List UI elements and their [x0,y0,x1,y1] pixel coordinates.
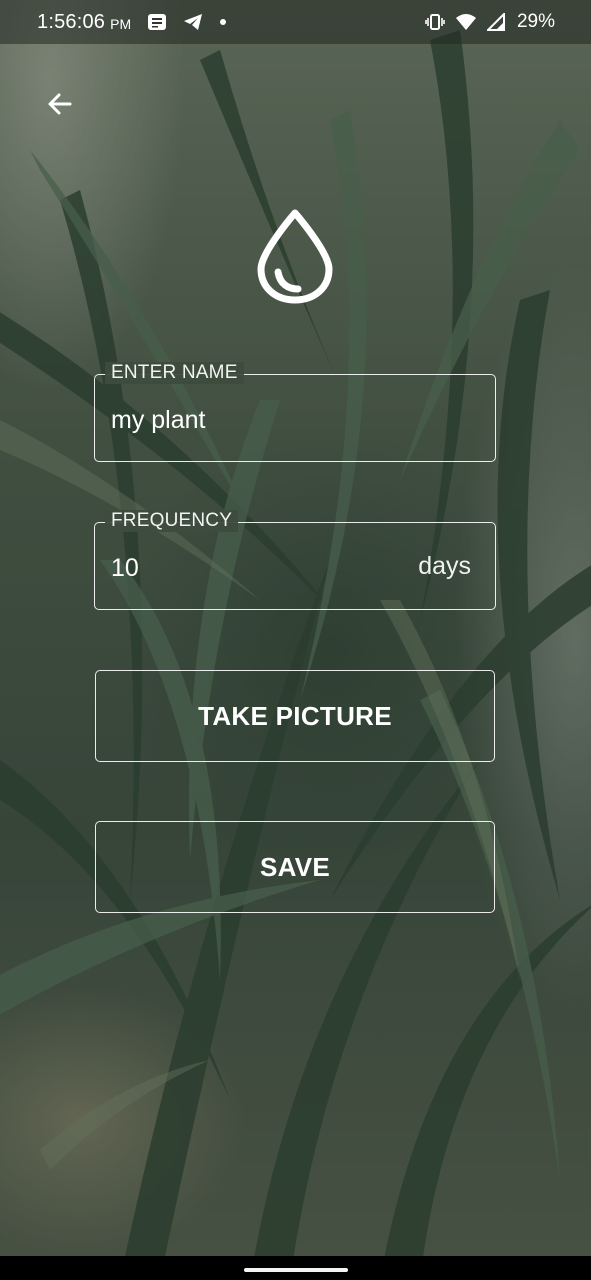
battery-percent: 29% [516,11,555,32]
name-field-label: ENTER NAME [105,362,244,384]
water-drop-icon [256,208,334,304]
save-button[interactable]: SAVE [95,821,495,913]
home-indicator[interactable] [244,1268,348,1272]
name-field[interactable]: ENTER NAME [94,362,496,462]
status-ampm: PM [110,15,132,32]
telegram-icon [183,13,203,31]
background-plant-photo [0,0,591,1280]
wifi-icon [455,13,477,31]
name-input[interactable] [111,403,479,437]
vibrate-icon [425,13,445,31]
status-bar: 1:56:06 PM 29% [0,0,591,44]
status-time: 1:56:06 [37,10,106,33]
arrow-back-icon [46,90,74,118]
frequency-field-label: FREQUENCY [105,510,239,532]
take-picture-button[interactable]: TAKE PICTURE [95,670,495,762]
back-button[interactable] [40,84,80,124]
dot-icon [219,18,227,26]
signal-icon [486,13,505,31]
frequency-unit-suffix: days [418,552,471,580]
frequency-input[interactable] [111,551,375,585]
frequency-field[interactable]: FREQUENCY days [94,510,496,610]
news-icon [147,13,167,31]
